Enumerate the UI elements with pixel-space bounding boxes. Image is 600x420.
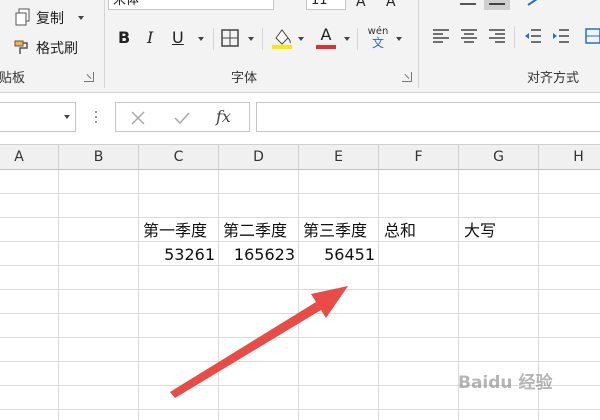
cell-f-header[interactable]: 总和	[384, 219, 416, 243]
borders-icon[interactable]	[220, 28, 240, 48]
align-right-icon[interactable]	[486, 26, 508, 46]
formula-input[interactable]	[256, 102, 600, 132]
font-name-select[interactable]: 宋体	[108, 0, 274, 10]
clipboard-dialog-launcher-icon[interactable]	[84, 72, 94, 82]
ribbon-separator	[213, 28, 214, 50]
column-header-c[interactable]: C	[139, 144, 219, 170]
decrease-font-size-icon[interactable]: A	[386, 0, 396, 10]
ribbon-separator	[262, 28, 263, 50]
font-size-select[interactable]: 11	[306, 0, 346, 10]
name-box[interactable]	[0, 102, 76, 132]
column-header-f[interactable]: F	[379, 144, 459, 170]
cell-c-value[interactable]: 53261	[139, 243, 215, 267]
ribbon-separator	[357, 28, 358, 50]
column-header-b[interactable]: B	[59, 144, 139, 170]
align-center-icon[interactable]	[458, 26, 480, 46]
orientation-icon[interactable]	[524, 0, 544, 8]
underline-button[interactable]: U	[172, 28, 184, 47]
column-header-e[interactable]: E	[299, 144, 379, 170]
format-painter-button[interactable]: 格式刷	[36, 38, 78, 58]
borders-dropdown-icon[interactable]	[248, 37, 254, 41]
alignment-group-label: 对齐方式	[527, 71, 580, 86]
align-left-icon[interactable]	[430, 26, 452, 46]
ribbon-separator	[514, 26, 515, 48]
fill-color-dropdown-icon[interactable]	[298, 37, 304, 41]
format-painter-icon[interactable]	[12, 38, 32, 56]
font-color-icon[interactable]: A	[314, 26, 338, 50]
ribbon: 复制 格式刷 剪贴板 宋体 11 A A B I U A wén 文 字体	[0, 0, 600, 93]
copy-icon[interactable]	[14, 8, 32, 26]
name-box-dropdown-icon[interactable]	[64, 115, 70, 119]
column-header-a[interactable]: A	[0, 144, 59, 170]
column-header-g[interactable]: G	[459, 144, 539, 170]
insert-function-button[interactable]: fx	[216, 107, 231, 126]
confirm-entry-icon[interactable]	[172, 108, 192, 128]
phonetic-guide-icon[interactable]: wén 文	[366, 25, 390, 51]
font-color-dropdown-icon[interactable]	[344, 37, 350, 41]
cell-c-header[interactable]: 第一季度	[143, 219, 207, 243]
decrease-indent-icon[interactable]	[522, 26, 544, 46]
phonetic-dropdown-icon[interactable]	[396, 37, 402, 41]
more-options-icon[interactable]	[92, 108, 100, 126]
copy-dropdown-icon[interactable]	[78, 16, 84, 20]
column-header-d[interactable]: D	[219, 144, 299, 170]
italic-button[interactable]: I	[147, 28, 153, 47]
cell-d-value[interactable]: 165623	[219, 243, 295, 267]
clipboard-group-label: 剪贴板	[0, 71, 26, 86]
cancel-entry-icon[interactable]	[128, 108, 148, 128]
column-header-h[interactable]: H	[539, 144, 600, 170]
increase-font-size-icon[interactable]: A	[356, 0, 366, 10]
cell-e-header[interactable]: 第三季度	[303, 219, 367, 243]
ribbon-separator	[418, 0, 419, 88]
underline-dropdown-icon[interactable]	[198, 37, 204, 41]
cell-d-header[interactable]: 第二季度	[223, 219, 287, 243]
bold-button[interactable]: B	[118, 28, 130, 47]
align-top-icon[interactable]	[456, 0, 480, 8]
fill-color-icon[interactable]	[270, 26, 294, 50]
watermark: Baidu 经验	[458, 373, 553, 393]
font-group-label: 字体	[231, 71, 258, 86]
font-dialog-launcher-icon[interactable]	[402, 72, 412, 82]
cell-e-value[interactable]: 56451	[299, 243, 375, 267]
merge-center-icon[interactable]	[584, 26, 600, 46]
cell-g-header[interactable]: 大写	[464, 219, 496, 243]
copy-button[interactable]: 复制	[36, 8, 64, 28]
increase-indent-icon[interactable]	[550, 26, 572, 46]
ribbon-separator	[104, 0, 105, 88]
align-middle-icon[interactable]	[484, 0, 510, 10]
formula-buttons: fx	[115, 102, 250, 132]
